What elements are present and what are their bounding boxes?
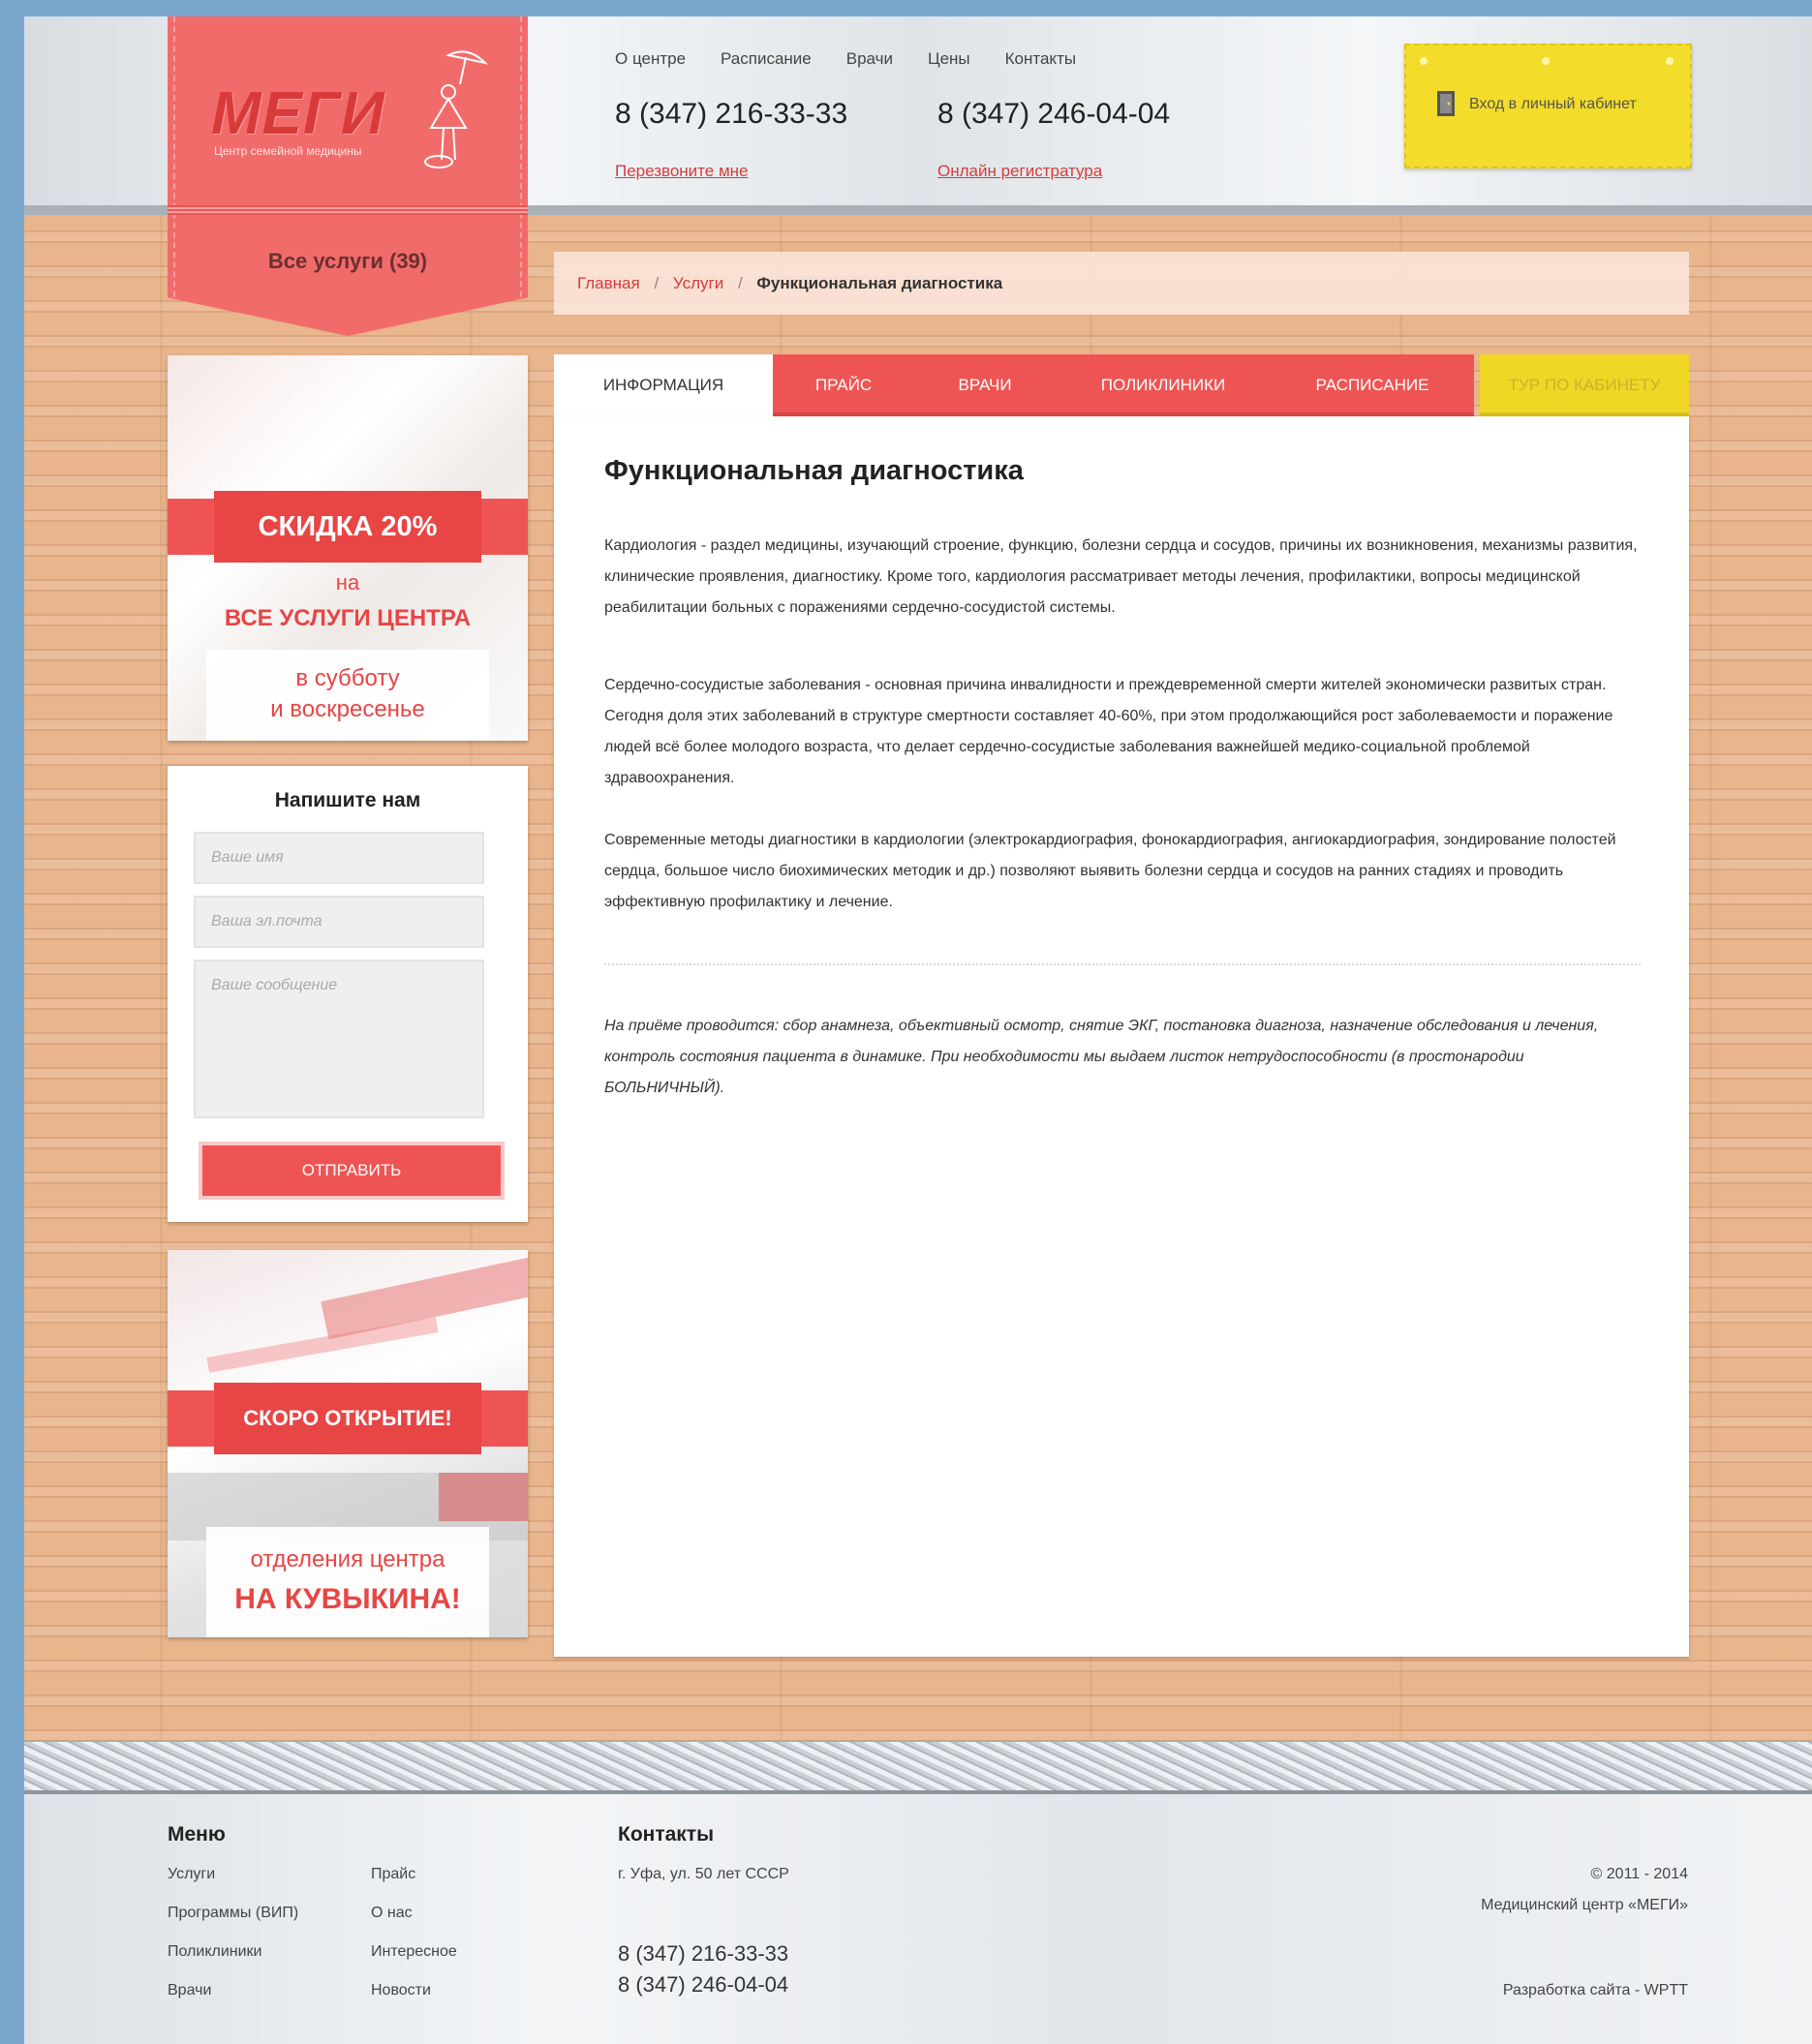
- nav-item-prices[interactable]: Цены: [928, 49, 970, 69]
- door-icon: [1437, 91, 1455, 116]
- promo-band: СКИДКА 20%: [168, 491, 528, 563]
- nav-item-contacts[interactable]: Контакты: [1005, 49, 1076, 69]
- rivet-icon: [1420, 57, 1428, 65]
- all-services-link[interactable]: Все услуги (39): [168, 249, 528, 274]
- breadcrumb-services[interactable]: Услуги: [673, 274, 723, 292]
- divider: [604, 963, 1641, 965]
- ribbon-separator: [168, 205, 528, 215]
- girl-umbrella-icon: [424, 50, 489, 168]
- rivet-icon: [1666, 57, 1674, 65]
- footer-link-doctors[interactable]: Врачи: [168, 1982, 211, 1999]
- tab-clinics[interactable]: ПОЛИКЛИНИКИ: [1056, 354, 1271, 416]
- promo-band: СКОРО ОТКРЫТИЕ!: [168, 1383, 528, 1454]
- footer-company: Медицинский центр «МЕГИ»: [1481, 1897, 1688, 1913]
- promo-box-line: отделения центра: [250, 1546, 445, 1572]
- promo-title: СКИДКА 20%: [258, 511, 438, 542]
- send-button[interactable]: ОТПРАВИТЬ: [199, 1142, 505, 1200]
- footer-link-news[interactable]: Новости: [371, 1982, 431, 1999]
- logo[interactable]: МЕГИ: [211, 79, 385, 148]
- footer-link-clinics[interactable]: Поликлиники: [168, 1943, 261, 1961]
- footer-link-interesting[interactable]: Интересное: [371, 1943, 457, 1961]
- breadcrumb-separator: /: [654, 274, 660, 292]
- callback-link[interactable]: Перезвоните мне: [615, 162, 749, 181]
- contact-form: Напишите нам Ваше имя Ваша эл.почта Ваше…: [168, 766, 528, 1222]
- promo-opening-banner[interactable]: СКОРО ОТКРЫТИЕ! отделения центра НА КУВЫ…: [168, 1250, 528, 1637]
- footer-phone-1: 8 (347) 216-33-33: [618, 1941, 789, 1966]
- tab-price[interactable]: ПРАЙС: [773, 354, 914, 416]
- footer-link-services[interactable]: Услуги: [168, 1866, 215, 1883]
- footer-copyright: © 2011 - 2014: [1590, 1866, 1688, 1882]
- form-title: Напишите нам: [274, 789, 421, 811]
- promo-line: на: [335, 570, 360, 595]
- footer-link-programs[interactable]: Программы (ВИП): [168, 1905, 298, 1922]
- nav-item-schedule[interactable]: Расписание: [721, 49, 812, 69]
- promo-box-line: и воскресенье: [270, 696, 425, 722]
- promo-box-line: в субботу: [295, 665, 400, 691]
- footer-address: г. Уфа, ул. 50 лет СССР: [618, 1866, 789, 1882]
- tab-cabinet-tour[interactable]: ТУР ПО КАБИНЕТУ: [1480, 354, 1689, 416]
- promo-box: отделения центра НА КУВЫКИНА!: [206, 1527, 489, 1637]
- online-registration-link[interactable]: Онлайн регистратура: [937, 162, 1102, 181]
- tab-doctors[interactable]: ВРАЧИ: [914, 354, 1056, 416]
- footer-link-price[interactable]: Прайс: [371, 1866, 415, 1883]
- logo-ribbon[interactable]: МЕГИ Центр семейной медицины Все услуги …: [168, 16, 528, 336]
- name-input[interactable]: Ваше имя: [194, 832, 484, 884]
- promo-title: СКОРО ОТКРЫТИЕ!: [243, 1406, 452, 1430]
- content-tabs: ИНФОРМАЦИЯ ПРАЙС ВРАЧИ ПОЛИКЛИНИКИ РАСПИ…: [554, 354, 1689, 416]
- main-content: Функциональная диагностика Кардиология -…: [554, 416, 1689, 1657]
- footer-contacts-title: Контакты: [618, 1823, 715, 1846]
- email-input[interactable]: Ваша эл.почта: [194, 896, 484, 948]
- breadcrumb-home[interactable]: Главная: [577, 274, 640, 292]
- footer-menu-title: Меню: [168, 1823, 226, 1846]
- login-label: Вход в личный кабинет: [1469, 96, 1637, 112]
- footer-developer-link[interactable]: Разработка сайта - WPTT: [1503, 1982, 1688, 1999]
- promo-box-line: НА КУВЫКИНА!: [234, 1583, 461, 1615]
- reception-paragraph: На приёме проводится: сбор анамнеза, объ…: [604, 1018, 1599, 1096]
- breadcrumb-separator: /: [737, 274, 743, 292]
- login-button[interactable]: Вход в личный кабинет: [1404, 44, 1692, 168]
- tab-schedule[interactable]: РАСПИСАНИЕ: [1271, 354, 1474, 416]
- paragraph: Современные методы диагностики в кардиол…: [604, 832, 1616, 910]
- phone-1: 8 (347) 216-33-33: [615, 98, 848, 130]
- tab-information[interactable]: ИНФОРМАЦИЯ: [554, 354, 773, 416]
- page-title: Функциональная диагностика: [604, 455, 1024, 486]
- breadcrumb: Главная / Услуги / Функциональная диагно…: [554, 252, 1689, 315]
- page-frame: МЕГИ Центр семейной медицины Все услуги …: [24, 16, 1812, 2044]
- rivet-icon: [1542, 57, 1550, 65]
- breadcrumb-current: Функциональная диагностика: [756, 274, 1003, 292]
- nav-item-about[interactable]: О центре: [615, 49, 686, 69]
- footer-phone-2: 8 (347) 246-04-04: [618, 1972, 789, 1997]
- phone-2: 8 (347) 246-04-04: [937, 98, 1171, 130]
- promo-discount-banner[interactable]: СКИДКА 20% на ВСЕ УСЛУГИ ЦЕНТРА в суббот…: [168, 355, 528, 741]
- message-textarea[interactable]: Ваше сообщение: [194, 960, 484, 1118]
- paragraph: Кардиология - раздел медицины, изучающий…: [604, 537, 1638, 616]
- footer-link-about[interactable]: О нас: [371, 1905, 413, 1922]
- logo-subtitle: Центр семейной медицины: [214, 144, 362, 158]
- stones-divider: [24, 1740, 1812, 1796]
- top-nav: О центре Расписание Врачи Цены Контакты: [615, 49, 1076, 69]
- nav-item-doctors[interactable]: Врачи: [846, 49, 893, 69]
- paragraph: Сердечно-сосудистые заболевания - основн…: [604, 677, 1613, 786]
- promo-line: ВСЕ УСЛУГИ ЦЕНТРА: [224, 605, 472, 631]
- promo-box: в субботу и воскресенье: [206, 650, 489, 741]
